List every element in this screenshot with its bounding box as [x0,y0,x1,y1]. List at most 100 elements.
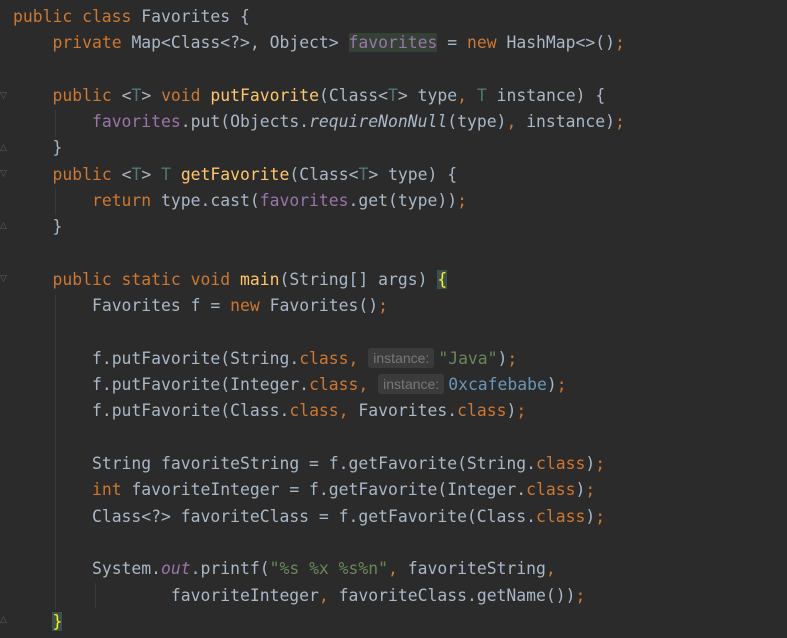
code-line[interactable]: Favorites f = new Favorites(); [13,293,625,319]
code-line[interactable]: } [13,135,625,161]
code-token: (String[] args) [279,269,438,289]
code-line[interactable] [13,241,625,267]
code-token: favorites [91,112,181,132]
code-token: f.putFavorite(Integer. [91,375,310,395]
code-line[interactable]: f.putFavorite(Integer.class, instance: 0x… [13,372,625,398]
code-token: public [52,164,122,184]
code-token: favorites [348,33,438,53]
code-token: class [536,506,586,526]
code-token: type.cast( [161,191,260,211]
code-token: , [348,348,369,368]
code-token: ) [506,401,517,421]
code-line[interactable]: Class<?> favoriteClass = f.getFavorite(C… [13,504,625,530]
code-token: ) [497,348,508,368]
code-token: System. [91,559,162,579]
code-line[interactable]: } [13,609,625,635]
fold-arrow-icon[interactable]: ▽ [0,92,8,101]
code-line[interactable]: public static void main(String[] args) { [13,267,625,293]
code-token: < [121,85,132,105]
code-token: , [338,401,359,421]
code-token: favoriteInteger [170,585,319,605]
code-token: f.putFavorite(Class. [91,401,290,421]
code-token: class [536,454,586,474]
code-line[interactable]: favoriteInteger, favoriteClass.getName()… [13,583,625,609]
code-token: new [466,33,507,53]
code-token: "Java" [438,348,498,368]
code-token: ; [615,33,625,53]
code-token: T [131,85,142,105]
code-line[interactable]: private Map<Class<?>, Object> favorites … [13,30,625,56]
code-line[interactable] [13,57,625,83]
editor-gutter: ▽ △ ▽ △ ▽ △ [0,0,10,638]
code-line[interactable]: return type.cast(favorites.get(type)); [13,188,625,214]
code-line[interactable] [13,425,625,451]
code-token: .printf( [190,559,270,579]
code-token: = [437,33,467,53]
code-token: Favorites { [141,7,250,26]
code-token: > [141,164,162,184]
code-token: .get(type)) [348,191,458,211]
code-line[interactable]: f.putFavorite(String.class, instance: "Ja… [13,346,625,372]
code-line[interactable]: f.putFavorite(Class.class, Favorites.cla… [13,398,625,424]
fold-arrow-icon[interactable]: △ [0,616,8,625]
code-token: ; [507,348,518,368]
code-token: ; [457,191,467,211]
code-token: String favoriteString = f.getFavorite(St… [91,454,537,474]
code-token: ) [585,506,596,526]
code-token: T [476,85,487,105]
code-line[interactable]: public <T> T getFavorite(Class<T> type) … [13,162,625,188]
code-token: favoriteClass.getName()) [338,585,576,605]
code-line[interactable]: public <T> void putFavorite(Class<T> typ… [13,83,625,109]
code-token: ; [595,506,606,526]
code-token: putFavorite [210,85,319,105]
code-token: } [52,611,63,631]
code-token: Favorites f = [91,296,231,316]
code-token: ; [615,112,625,132]
code-token: int [91,480,132,500]
fold-arrow-icon[interactable]: ▽ [0,170,8,179]
code-editor[interactable]: ▽ △ ▽ △ ▽ △ public class Favorites { pri… [0,0,787,638]
code-token: getFavorite [180,164,290,184]
code-token: (Class< [289,164,359,184]
code-token: < [121,164,132,184]
code-token: out [161,559,191,579]
code-line[interactable]: public class Favorites { [13,4,625,30]
code-line[interactable]: int favoriteInteger = f.getFavorite(Inte… [13,477,625,503]
fold-arrow-icon[interactable]: △ [0,222,8,231]
code-token: Favorites() [269,296,379,316]
code-token: Class<?> favoriteClass = f.getFavorite(C… [91,506,537,526]
fold-arrow-icon[interactable]: ▽ [0,275,8,284]
code-line[interactable]: String favoriteString = f.getFavorite(St… [13,451,625,477]
code-token: Map<Class<?>, Object> [131,33,349,53]
fold-arrow-icon[interactable]: △ [0,144,8,153]
code-token: (type) [447,112,507,132]
code-token: ; [516,401,527,421]
code-token: , [506,112,527,132]
code-line[interactable] [13,530,625,556]
code-token: "%s %x %s%n" [269,559,389,579]
code-line[interactable]: favorites.put(Objects.requireNonNull(typ… [13,109,625,135]
code-token: favoriteString [407,559,546,579]
code-line[interactable]: System.out.printf("%s %x %s%n", favorite… [13,556,625,582]
code-token: favoriteInteger = f.getFavorite(Integer. [131,480,527,500]
code-line[interactable]: } [13,214,625,240]
code-token: ; [378,296,389,316]
code-token: , [457,85,477,105]
code-token: class [309,375,359,395]
code-area[interactable]: public class Favorites { private Map<Cla… [13,4,625,635]
code-token: ; [595,454,606,474]
code-token: } [13,138,63,158]
code-token: class [457,401,507,421]
code-token: > [141,85,162,105]
code-line[interactable] [13,320,625,346]
code-token: , [358,375,379,395]
